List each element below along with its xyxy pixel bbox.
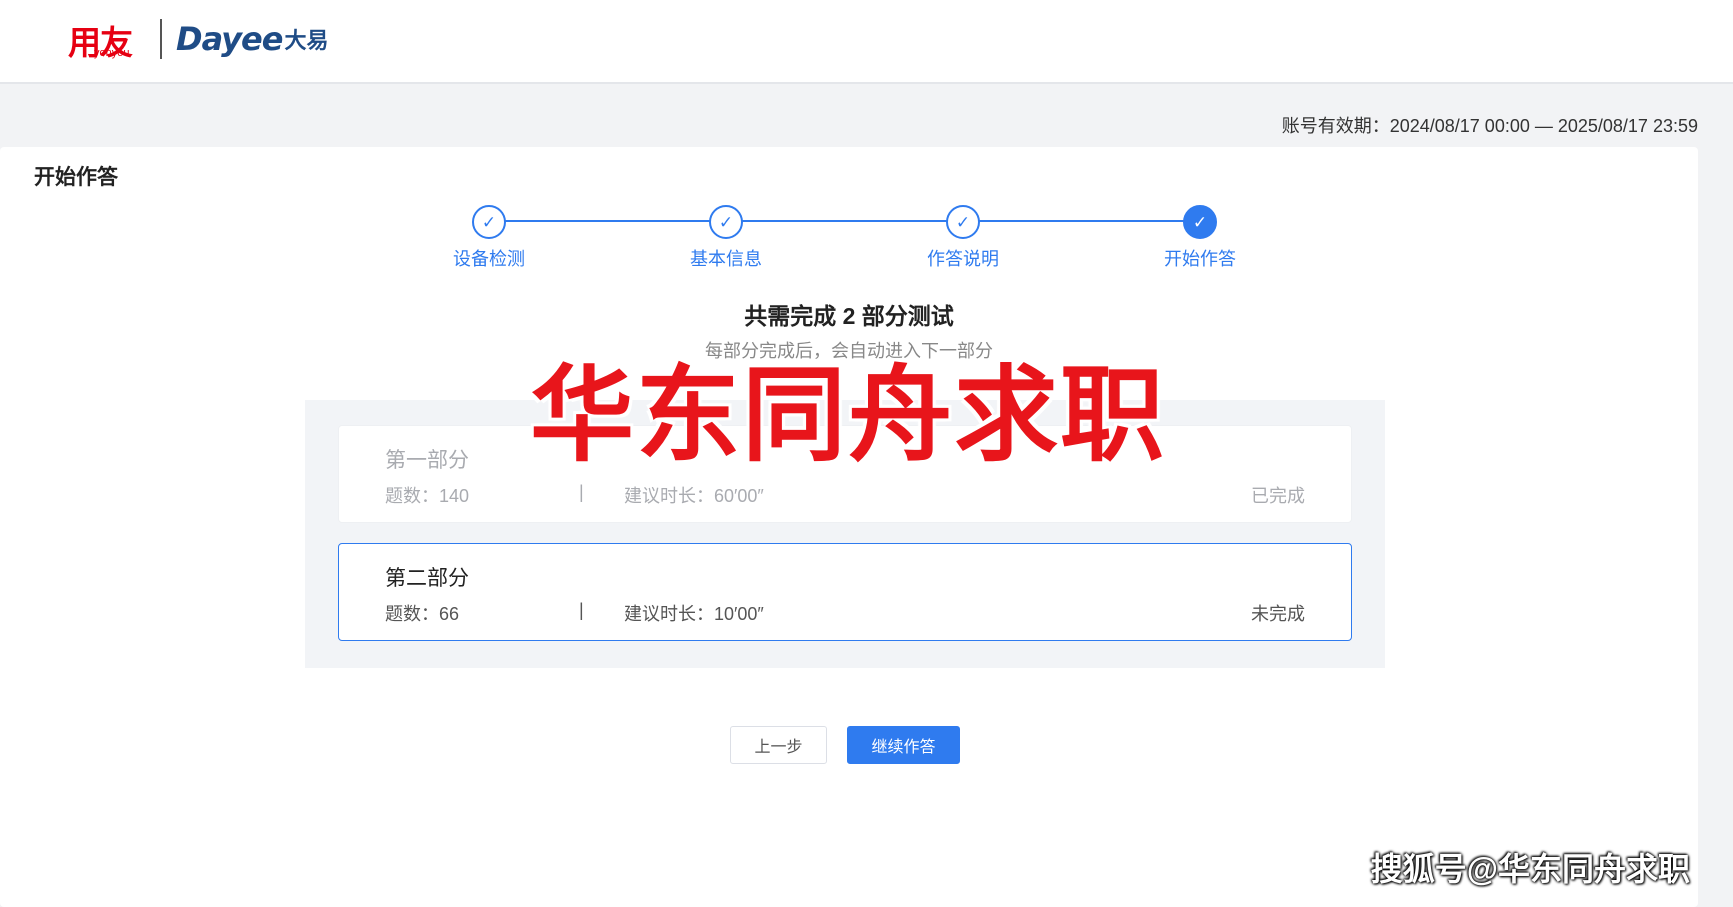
- suggested-duration: 建议时长：10′00″: [624, 604, 764, 624]
- step-instructions: ✓ 作答说明: [903, 205, 1023, 271]
- part-name: 第一部分: [385, 449, 469, 472]
- summary-title: 共需完成 2 部分测试: [744, 303, 954, 329]
- step-start-answering: ✓ 开始作答: [1140, 205, 1260, 271]
- part-status: 未完成: [1251, 604, 1305, 624]
- dayee-logo-cn-text: 大易: [284, 29, 329, 54]
- corner-watermark: 搜狐号@华东同舟求职: [1370, 851, 1690, 887]
- part-card-2[interactable]: 第二部分 题数：66 | 建议时长：10′00″ 未完成: [338, 543, 1352, 641]
- logo-divider: [160, 19, 162, 59]
- check-icon: ✓: [1183, 205, 1217, 239]
- main-card: 开始作答 ✓ 设备检测 ✓ 基本信息 ✓ 作答说明 ✓ 开始作答 共需完成 2 …: [0, 147, 1698, 907]
- center-watermark: 华东同舟求职: [530, 354, 1167, 476]
- check-icon: ✓: [472, 205, 506, 239]
- meta-separator: |: [579, 600, 584, 620]
- meta-separator: |: [579, 482, 584, 502]
- part-name: 第二部分: [385, 567, 469, 590]
- suggested-duration: 建议时长：60′00″: [624, 486, 764, 506]
- account-validity: 账号有效期：2024/08/17 00:00 — 2025/08/17 23:5…: [1281, 116, 1698, 136]
- top-bar: 用友 yonyou Dayee 大易: [0, 0, 1733, 84]
- check-icon: ✓: [946, 205, 980, 239]
- company-logo: 用友 yonyou Dayee 大易: [68, 16, 328, 62]
- step-basic-info: ✓ 基本信息: [666, 205, 786, 271]
- step-label: 开始作答: [1164, 249, 1236, 269]
- part-status: 已完成: [1251, 486, 1305, 506]
- progress-steps: ✓ 设备检测 ✓ 基本信息 ✓ 作答说明 ✓ 开始作答: [0, 147, 1698, 269]
- prev-step-button[interactable]: 上一步: [730, 726, 827, 764]
- yonyou-logo: 用友 yonyou: [68, 16, 146, 62]
- question-count: 题数：66: [385, 604, 460, 624]
- dayee-logo-text: Dayee: [176, 20, 283, 58]
- check-icon: ✓: [709, 205, 743, 239]
- continue-answering-button[interactable]: 继续作答: [847, 726, 960, 764]
- step-label: 作答说明: [927, 249, 999, 269]
- step-label: 基本信息: [690, 249, 762, 269]
- question-count: 题数：140: [385, 486, 470, 506]
- step-device-check: ✓ 设备检测: [429, 205, 549, 271]
- yonyou-logo-subtext: yonyou: [94, 47, 130, 59]
- step-label: 设备检测: [453, 249, 525, 269]
